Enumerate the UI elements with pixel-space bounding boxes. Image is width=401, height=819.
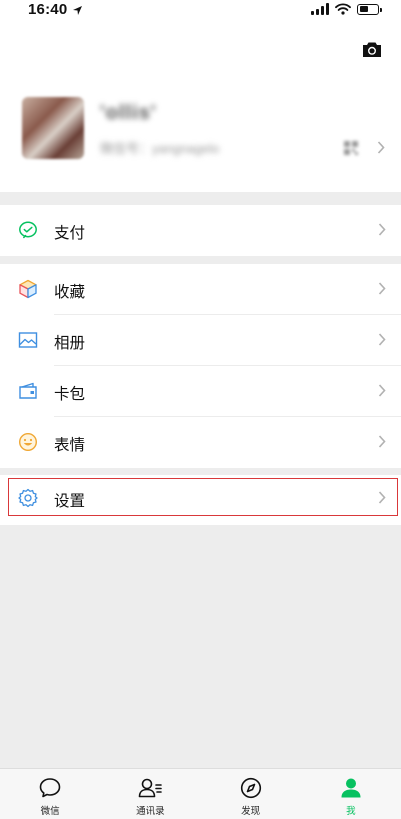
- menu-item-settings[interactable]: 设置: [0, 475, 401, 525]
- menu-item-label: 支付: [54, 225, 86, 242]
- chevron-right-icon: [378, 384, 386, 397]
- chat-bubble-icon: [39, 778, 61, 798]
- menu-item-cards[interactable]: 卡包: [0, 366, 401, 417]
- smiley-icon: [18, 432, 38, 452]
- menu-item-label: 卡包: [54, 386, 86, 403]
- compass-icon: [240, 777, 261, 799]
- image-icon: [18, 332, 38, 348]
- tab-label: 我: [346, 806, 356, 817]
- person-icon: [341, 778, 361, 798]
- chevron-right-icon: [378, 333, 386, 346]
- qr-code-icon[interactable]: [343, 140, 359, 156]
- menu-item-album[interactable]: 相册: [0, 315, 401, 366]
- tab-label: 通讯录: [136, 806, 165, 817]
- status-indicators: [311, 3, 382, 15]
- cellular-signal-icon: [311, 3, 329, 15]
- profile-header[interactable]: 'ollis' 微信号：yangnagelo: [0, 22, 401, 192]
- status-time: 16:40: [28, 1, 68, 18]
- wechat-pay-icon: [19, 221, 37, 239]
- wallet-icon: [19, 382, 37, 399]
- chevron-right-icon: [378, 223, 386, 236]
- menu-item-label: 设置: [54, 493, 86, 510]
- menu-item-label: 相册: [54, 335, 86, 352]
- chevron-right-icon: [378, 435, 386, 448]
- tab-contacts[interactable]: 通讯录: [100, 769, 200, 819]
- tab-bar: 微信 通讯录 发现 我: [0, 768, 401, 819]
- tab-label: 微信: [40, 806, 60, 817]
- tab-me[interactable]: 我: [301, 769, 401, 819]
- chevron-right-icon: [377, 141, 385, 154]
- chevron-right-icon: [378, 491, 386, 504]
- gear-icon: [18, 488, 38, 508]
- menu-item-stickers[interactable]: 表情: [0, 417, 401, 468]
- menu-item-favorites[interactable]: 收藏: [0, 264, 401, 315]
- tab-discover[interactable]: 发现: [201, 769, 301, 819]
- contacts-icon: [139, 778, 163, 798]
- camera-icon[interactable]: [362, 41, 382, 58]
- pay-group: 支付: [0, 205, 401, 256]
- status-bar: 16:40: [0, 0, 401, 22]
- avatar[interactable]: [22, 97, 84, 159]
- tab-chats[interactable]: 微信: [0, 769, 100, 819]
- services-group: 收藏 相册 卡包 表情: [0, 264, 401, 468]
- tab-label: 发现: [241, 806, 261, 817]
- wifi-icon: [335, 3, 351, 15]
- profile-wechat-id: 微信号：yangnagelo: [100, 141, 220, 156]
- menu-item-label: 表情: [54, 437, 86, 454]
- menu-item-label: 收藏: [54, 284, 86, 301]
- profile-nickname: 'ollis': [100, 102, 157, 124]
- menu-item-pay[interactable]: 支付: [0, 205, 401, 256]
- battery-icon: [357, 3, 382, 15]
- cube-icon: [19, 279, 37, 299]
- chevron-right-icon: [378, 282, 386, 295]
- settings-group: 设置: [0, 475, 401, 525]
- location-arrow-icon: [73, 6, 82, 15]
